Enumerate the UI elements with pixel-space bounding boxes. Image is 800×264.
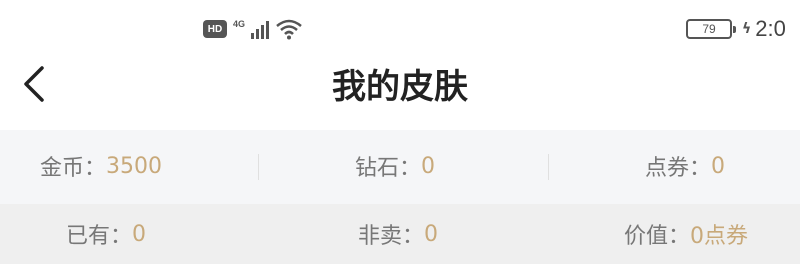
hd-badge: HD bbox=[203, 20, 227, 38]
diamond-stat: 钻石： 0 bbox=[355, 134, 435, 198]
coupon-value: 0 bbox=[711, 153, 726, 179]
summary-row: 已有： 0 非卖： 0 价值： 0点券 bbox=[0, 204, 800, 264]
battery-level: 79 bbox=[702, 22, 716, 36]
owned-stat: 已有： 0 bbox=[66, 204, 146, 264]
wifi-icon bbox=[275, 18, 303, 40]
owned-label: 已有： bbox=[66, 224, 133, 249]
page-title: 我的皮肤 bbox=[332, 66, 468, 107]
not-for-sale-stat: 非卖： 0 bbox=[358, 204, 438, 264]
owned-value: 0 bbox=[132, 221, 147, 247]
coupon-label: 点券： bbox=[645, 156, 712, 181]
status-bar: HD 4G 79 ϟ 2:0 bbox=[0, 0, 800, 54]
currency-row: 金币： 3500 钻石： 0 点券： 0 bbox=[0, 134, 800, 198]
status-right-group: 79 ϟ 2:0 bbox=[686, 16, 786, 42]
status-time: 2:0 bbox=[755, 16, 786, 41]
divider bbox=[258, 154, 259, 180]
charging-icon: ϟ bbox=[742, 21, 752, 37]
not-for-sale-value: 0 bbox=[424, 221, 439, 247]
worth-stat: 价值： 0点券 bbox=[624, 204, 748, 264]
top-header: 我的皮肤 bbox=[0, 54, 800, 130]
diamond-label: 钻石： bbox=[355, 156, 422, 181]
worth-value: 0点券 bbox=[690, 224, 749, 249]
network-type: 4G bbox=[233, 19, 246, 29]
not-for-sale-label: 非卖： bbox=[358, 224, 425, 249]
gold-stat: 金币： 3500 bbox=[40, 134, 162, 198]
diamond-value: 0 bbox=[421, 153, 436, 179]
worth-label: 价值： bbox=[624, 224, 691, 249]
battery-icon: 79 bbox=[686, 19, 736, 39]
gold-value: 3500 bbox=[106, 153, 163, 179]
gold-label: 金币： bbox=[40, 156, 107, 181]
coupon-stat: 点券： 0 bbox=[645, 134, 725, 198]
divider bbox=[548, 154, 549, 180]
status-left-group: HD 4G bbox=[203, 16, 303, 42]
signal-icon bbox=[251, 19, 270, 39]
